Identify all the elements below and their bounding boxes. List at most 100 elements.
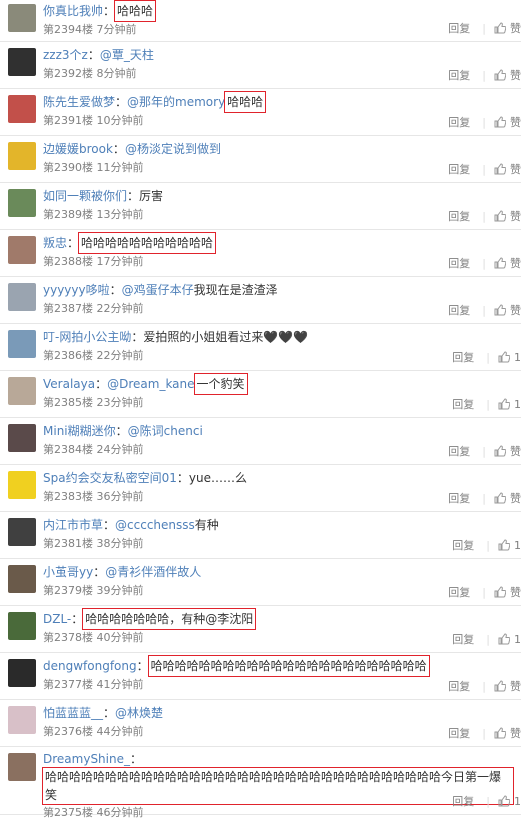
- like-count: 赞: [510, 163, 521, 176]
- like-button[interactable]: 赞: [494, 115, 521, 131]
- username-link[interactable]: 叛忠: [43, 236, 67, 250]
- reply-button[interactable]: 回复: [448, 115, 470, 131]
- username-link[interactable]: 陈先生爱做梦: [43, 95, 115, 109]
- comment-item: dengwfongfong： 哈哈哈哈哈哈哈哈哈哈哈哈哈哈哈哈哈哈哈哈哈哈哈 第23…: [0, 655, 521, 700]
- floor-number: 第2386楼: [43, 349, 93, 362]
- reply-button[interactable]: 回复: [448, 21, 470, 37]
- avatar[interactable]: [8, 142, 36, 170]
- reply-button[interactable]: 回复: [452, 538, 474, 554]
- avatar[interactable]: [8, 612, 36, 640]
- mention-link[interactable]: @Dream_kane: [107, 377, 194, 391]
- username-link[interactable]: 如同一颗被你们: [43, 189, 127, 203]
- comment-list: 你真比我帅： 哈哈哈 第2394楼 7分钟前 回复 | 赞 zzz3个z：@覃_天柱 第239…: [0, 0, 529, 819]
- avatar[interactable]: [8, 753, 36, 781]
- like-button[interactable]: 赞: [494, 21, 521, 37]
- mention-link[interactable]: @cccchensss: [115, 518, 195, 532]
- username-link[interactable]: dengwfongfong: [43, 659, 137, 673]
- mention-link[interactable]: @鸡蛋仔本仔: [122, 283, 194, 297]
- thumbs-up-icon: [494, 304, 507, 316]
- reply-button[interactable]: 回复: [448, 209, 470, 225]
- avatar[interactable]: [8, 424, 36, 452]
- reply-button[interactable]: 回复: [452, 350, 474, 366]
- like-button[interactable]: 赞: [494, 726, 521, 742]
- like-button[interactable]: 赞: [494, 585, 521, 601]
- like-button[interactable]: 赞: [494, 68, 521, 84]
- like-count: 赞: [510, 727, 521, 740]
- comment-text-line: 你真比我帅： 哈哈哈: [43, 0, 513, 22]
- username-link[interactable]: Mini糊糊迷你: [43, 424, 116, 438]
- avatar[interactable]: [8, 4, 36, 32]
- colon-separator: ：: [103, 706, 116, 720]
- comment-content: 如同一颗被你们：厉害 第2389楼 13分钟前: [43, 185, 513, 224]
- username-link[interactable]: Spa约会交友私密空间01: [43, 471, 177, 485]
- action-divider: |: [486, 539, 490, 552]
- action-divider: |: [482, 22, 486, 35]
- mention-link[interactable]: @那年的memory: [127, 95, 225, 109]
- avatar[interactable]: [8, 706, 36, 734]
- username-link[interactable]: 怕蓝蓝蓝__: [43, 706, 103, 720]
- like-button[interactable]: 1: [498, 794, 521, 810]
- comment-content: 你真比我帅： 哈哈哈 第2394楼 7分钟前: [43, 0, 513, 39]
- avatar[interactable]: [8, 330, 36, 358]
- like-button[interactable]: 赞: [494, 491, 521, 507]
- like-button[interactable]: 赞: [494, 162, 521, 178]
- reply-button[interactable]: 回复: [452, 794, 474, 810]
- reply-button[interactable]: 回复: [448, 444, 470, 460]
- like-button[interactable]: 1: [498, 632, 521, 648]
- reply-button[interactable]: 回复: [448, 303, 470, 319]
- reply-button[interactable]: 回复: [452, 397, 474, 413]
- username-link[interactable]: DreamyShine_: [43, 752, 130, 766]
- thumbs-up-icon: [494, 116, 507, 128]
- username-link[interactable]: DZL-: [43, 612, 71, 626]
- avatar[interactable]: [8, 95, 36, 123]
- username-link[interactable]: Veralaya: [43, 377, 95, 391]
- avatar[interactable]: [8, 518, 36, 546]
- reply-button[interactable]: 回复: [448, 68, 470, 84]
- username-link[interactable]: yyyyyy哆啦: [43, 283, 110, 297]
- avatar[interactable]: [8, 189, 36, 217]
- like-button[interactable]: 赞: [494, 256, 521, 272]
- username-link[interactable]: 小茧哥yy: [43, 565, 93, 579]
- floor-number: 第2384楼: [43, 443, 93, 456]
- like-button[interactable]: 1: [498, 397, 521, 413]
- like-button[interactable]: 赞: [494, 303, 521, 319]
- thumbs-up-icon: [494, 586, 507, 598]
- floor-number: 第2377楼: [43, 678, 93, 691]
- reply-button[interactable]: 回复: [448, 491, 470, 507]
- username-link[interactable]: zzz3个z: [43, 48, 88, 62]
- reply-button[interactable]: 回复: [448, 162, 470, 178]
- username-link[interactable]: 叮-网拍小公主呦: [43, 330, 131, 344]
- reply-button[interactable]: 回复: [448, 726, 470, 742]
- comment-item: 叛忠： 哈哈哈哈哈哈哈哈哈哈哈 第2388楼 17分钟前 回复 | 赞: [0, 232, 521, 277]
- reply-button[interactable]: 回复: [448, 679, 470, 695]
- comment-actions: 回复 | 赞: [448, 209, 521, 225]
- mention-link[interactable]: @陈词chenci: [128, 424, 203, 438]
- avatar[interactable]: [8, 236, 36, 264]
- avatar[interactable]: [8, 283, 36, 311]
- comment-item: 边媛媛brook：@杨淡定说到做到 第2390楼 11分钟前 回复 | 赞: [0, 138, 521, 183]
- comment-content: 怕蓝蓝蓝__：@林焕楚 第2376楼 44分钟前: [43, 702, 513, 741]
- like-button[interactable]: 赞: [494, 444, 521, 460]
- like-count: 赞: [510, 257, 521, 270]
- mention-link[interactable]: @青衫伴酒伴故人: [105, 565, 201, 579]
- reply-button[interactable]: 回复: [448, 585, 470, 601]
- username-link[interactable]: 你真比我帅: [43, 4, 103, 18]
- like-button[interactable]: 赞: [494, 679, 521, 695]
- avatar[interactable]: [8, 471, 36, 499]
- username-link[interactable]: 边媛媛brook: [43, 142, 113, 156]
- avatar[interactable]: [8, 565, 36, 593]
- mention-link[interactable]: @覃_天柱: [100, 48, 154, 62]
- like-button[interactable]: 赞: [494, 209, 521, 225]
- thumbs-up-icon: [494, 210, 507, 222]
- reply-button[interactable]: 回复: [452, 632, 474, 648]
- comment-body: 爱拍照的小姐姐看过来🖤🖤🖤: [143, 330, 309, 344]
- username-link[interactable]: 内江市市草: [43, 518, 103, 532]
- avatar[interactable]: [8, 377, 36, 405]
- mention-link[interactable]: @林焕楚: [115, 706, 163, 720]
- avatar[interactable]: [8, 48, 36, 76]
- like-button[interactable]: 1: [498, 538, 521, 554]
- mention-link[interactable]: @杨淡定说到做到: [125, 142, 221, 156]
- reply-button[interactable]: 回复: [448, 256, 470, 272]
- like-button[interactable]: 1: [498, 350, 521, 366]
- avatar[interactable]: [8, 659, 36, 687]
